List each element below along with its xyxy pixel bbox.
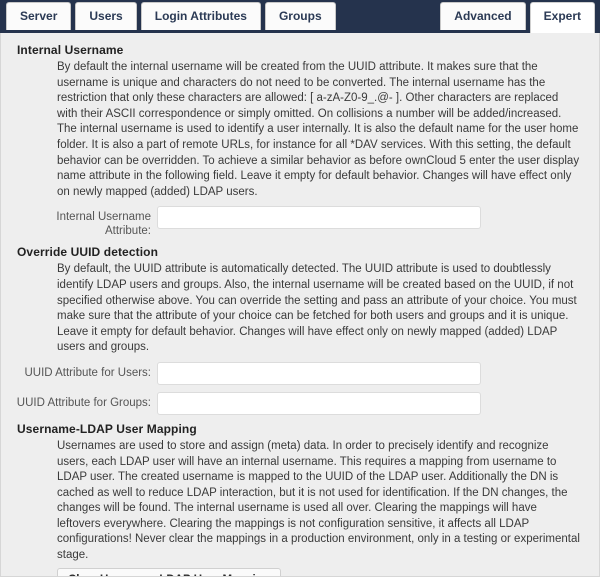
tab-group-secondary: Advanced Expert xyxy=(438,2,600,33)
section-title-override-uuid-detection: Override UUID detection xyxy=(17,245,158,260)
section-description-internal-username: By default the internal username will be… xyxy=(57,61,580,198)
label-uuid-attribute-groups: UUID Attribute for Groups: xyxy=(16,396,151,409)
tab-users[interactable]: Users xyxy=(75,2,137,30)
tab-bar: Server Users Login Attributes Groups Adv… xyxy=(0,0,600,33)
field-row-uuid-attribute-users: UUID Attribute for Users: xyxy=(15,361,589,385)
tab-groups[interactable]: Groups xyxy=(264,2,336,30)
tab-group-primary: Server Users Login Attributes Groups xyxy=(0,2,338,33)
input-uuid-attribute-users[interactable] xyxy=(157,361,481,385)
tab-server[interactable]: Server xyxy=(6,2,72,30)
section-title-username-ldap-user-mapping: Username-LDAP User Mapping xyxy=(17,421,197,436)
section-title-internal-username: Internal Username xyxy=(17,43,124,57)
label-internal-username-attribute: Internal Username Attribute: xyxy=(56,211,151,238)
tab-expert[interactable]: Expert xyxy=(529,2,595,33)
expert-settings-panel: Internal Username By default the interna… xyxy=(0,33,600,577)
clear-username-ldap-user-mapping-button[interactable]: Clear Username-LDAP User Mapping xyxy=(57,567,281,576)
field-row-internal-username-attribute: Internal Username Attribute: xyxy=(15,206,589,238)
input-uuid-attribute-groups[interactable] xyxy=(157,391,481,415)
section-description-override-uuid-detection: By default, the UUID attribute is automa… xyxy=(57,263,577,354)
section-description-username-ldap-user-mapping: Usernames are used to store and assign (… xyxy=(57,439,580,562)
tab-login-attributes[interactable]: Login Attributes xyxy=(140,2,261,30)
label-uuid-attribute-users: UUID Attribute for Users: xyxy=(24,366,151,379)
field-row-uuid-attribute-groups: UUID Attribute for Groups: xyxy=(15,391,589,415)
tab-advanced[interactable]: Advanced xyxy=(440,2,526,30)
input-internal-username-attribute[interactable] xyxy=(157,206,481,230)
mapping-buttons-group: Clear Username-LDAP User Mapping Clear G… xyxy=(57,567,589,576)
